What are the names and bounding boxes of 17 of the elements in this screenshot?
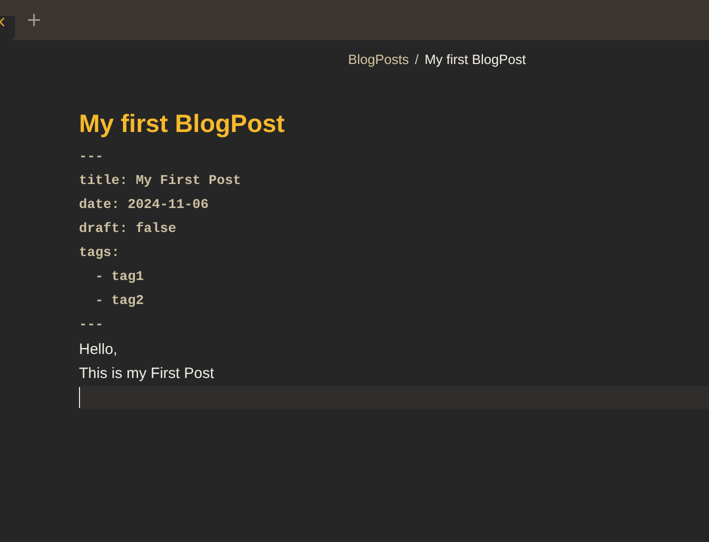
- text-cursor: [79, 387, 80, 408]
- body-text: Hello,: [79, 340, 118, 360]
- tab[interactable]: [0, 16, 15, 40]
- body-text: This is my First Post: [79, 364, 214, 384]
- breadcrumb-item[interactable]: My first BlogPost: [424, 50, 526, 70]
- frontmatter-line: title: My First Post: [79, 173, 242, 192]
- frontmatter-line: draft: false: [79, 221, 176, 240]
- breadcrumb-separator: /: [414, 51, 419, 69]
- frontmatter-line: ---: [79, 317, 104, 336]
- frontmatter-line: date: 2024-11-06: [79, 197, 209, 216]
- breadcrumb-item[interactable]: BlogPosts: [348, 50, 409, 70]
- plus-icon[interactable]: [27, 13, 41, 27]
- note-title: My first BlogPost: [79, 109, 286, 140]
- frontmatter-line: ---: [79, 149, 104, 168]
- frontmatter-line: tags:: [79, 245, 120, 264]
- frontmatter-line: - tag1: [94, 269, 144, 288]
- frontmatter-line: - tag2: [94, 293, 144, 312]
